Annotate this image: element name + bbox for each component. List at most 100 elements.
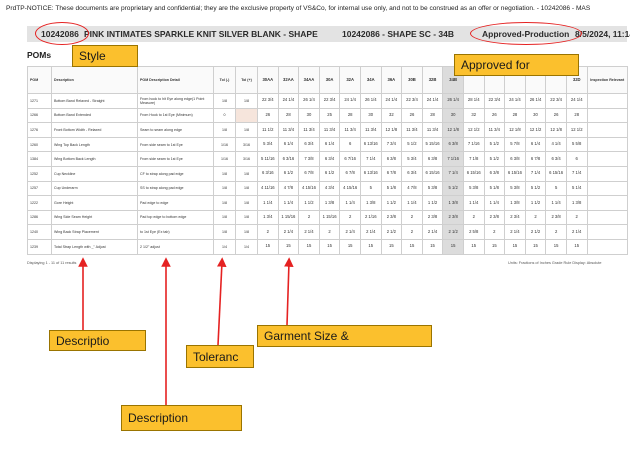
- callout-descriptio: Descriptio: [49, 330, 146, 351]
- size-value-cell: 22 3/4: [545, 93, 567, 109]
- size-value-cell: 1 3/4: [257, 209, 279, 226]
- description-cell: Wing Side Seam Height: [51, 209, 138, 226]
- size-value-cell: 11 3/4: [359, 122, 382, 138]
- size-value-cell: 28: [339, 107, 361, 124]
- table-row: 1384 Wing Bottom Back Length From side sea…: [27, 151, 628, 167]
- tolerance-cell: 1/8: [235, 224, 258, 240]
- size-value-cell: 6 7/8: [298, 165, 320, 182]
- column-header: Description: [51, 66, 138, 94]
- size-value-cell: 4 7/8: [277, 180, 300, 197]
- size-value-cell: 15: [421, 238, 444, 255]
- size-value-cell: 15: [565, 238, 588, 255]
- size-value-cell: 6 3/4: [318, 151, 341, 167]
- size-value-cell: 12 1/8: [504, 122, 526, 138]
- size-value-cell: 28: [421, 107, 444, 124]
- column-header: 36A: [380, 66, 403, 94]
- size-value-cell: 2: [524, 209, 547, 226]
- detail-cell: Pad top edge to bottom edge: [137, 209, 214, 226]
- size-value-cell: 30: [359, 107, 382, 124]
- description-cell: Cup Neckline: [51, 165, 138, 182]
- size-value-cell: 2 1/4: [421, 224, 444, 240]
- size-value-cell: 5 11/16: [257, 151, 279, 167]
- column-header: 30A: [318, 66, 341, 94]
- product-name: PINK INTIMATES SPARKLE KNIT SILVER BLANK…: [84, 29, 318, 39]
- size-value-cell: 1 3/8: [318, 195, 341, 211]
- size-value-cell: 26: [545, 107, 567, 124]
- size-value-cell: 4 3/4: [318, 180, 341, 197]
- size-value-cell: 12 1/2: [462, 122, 485, 138]
- column-header: 30B: [401, 66, 423, 94]
- detail-cell: 2 1/2" adjust: [137, 238, 214, 255]
- size-value-cell: 12 1/2: [524, 122, 547, 138]
- size-value-cell: 2 3/8: [380, 209, 403, 226]
- size-value-cell: 5 7/8: [504, 136, 526, 153]
- size-value-cell: 26: [401, 107, 423, 124]
- size-value-cell: 6 3/8: [483, 165, 506, 182]
- size-value-cell: 5 1/2: [524, 180, 547, 197]
- size-value-cell: 6 3/4: [545, 151, 567, 167]
- size-value-cell: 6 1/4: [318, 136, 341, 153]
- size-value-cell: 26: [257, 107, 279, 124]
- column-header: Tol (-): [213, 66, 236, 94]
- size-value-cell: 5 1/2: [483, 136, 506, 153]
- inspection-cell: [586, 151, 628, 167]
- tolerance-cell: 1/8: [213, 224, 236, 240]
- inspection-cell: [586, 209, 628, 226]
- size-value-cell: 30: [298, 107, 320, 124]
- size-value-cell: 6 3/4: [298, 136, 320, 153]
- table-row: 1252 Cup Neckline CF to strap along pad ed…: [27, 165, 628, 182]
- inspection-cell: [586, 136, 628, 153]
- size-value-cell: 1 15/16: [318, 209, 341, 226]
- size-value-cell: 26: [483, 107, 506, 124]
- size-value-cell: 15: [339, 238, 361, 255]
- description-cell: Total Strap Length with _" Adjust: [51, 238, 138, 255]
- size-value-cell: 2 1/2: [380, 224, 403, 240]
- tolerance-cell: 1/8: [213, 122, 236, 138]
- pom-cell: 1271: [27, 93, 52, 109]
- column-header: POM Description Detail: [137, 66, 214, 94]
- size-value-cell: 32: [380, 107, 403, 124]
- table-row: 1240 Wing Back Strap Placement to 1st Eye …: [27, 224, 628, 240]
- size-value-cell: 6 1/2: [318, 165, 341, 182]
- size-value-cell: 12 1/8: [380, 122, 403, 138]
- size-value-cell: 5 1/2: [442, 180, 464, 197]
- size-value-cell: 5: [545, 180, 567, 197]
- tolerance-cell: 1/8: [235, 180, 258, 197]
- size-value-cell: 6 15/16: [421, 165, 444, 182]
- table-row: 1276 Front Bottom Width - Relaxed Seam to …: [27, 122, 628, 138]
- table-row: 1239 Total Strap Length with _" Adjust 2 1…: [27, 238, 628, 255]
- size-value-cell: 15: [462, 238, 485, 255]
- arrow-to-tolerance-col: [216, 257, 227, 346]
- tolerance-cell: 1/8: [213, 209, 236, 226]
- size-value-cell: 26 1/4: [442, 93, 464, 109]
- size-value-cell: 15: [257, 238, 279, 255]
- size-value-cell: 24 1/4: [380, 93, 403, 109]
- size-value-cell: 5 15/16: [421, 136, 444, 153]
- inspection-cell: [586, 107, 628, 124]
- detail-cell: SS to strap along pad edge: [137, 180, 214, 197]
- size-value-cell: 7 1/4: [442, 165, 464, 182]
- description-cell: Bottom Band Relaxed - Straight: [51, 93, 138, 109]
- confidentiality-notice: PrdTP-NOTICE: These documents are propri…: [6, 5, 591, 12]
- size-value-cell: 1 1/2: [298, 195, 320, 211]
- arrow-to-size-cols: [284, 257, 294, 326]
- size-value-cell: 1 15/16: [277, 209, 300, 226]
- detail-cell: From side seam to 1st Eye: [137, 136, 214, 153]
- size-value-cell: 24 1/4: [421, 93, 444, 109]
- size-value-cell: 7 3/4: [380, 136, 403, 153]
- table-row: 1257 Cup Underarm SS to strap along pad ed…: [27, 180, 628, 197]
- size-value-cell: 2: [483, 224, 506, 240]
- size-value-cell: 1 1/4: [483, 195, 506, 211]
- size-value-cell: 2 1/4: [359, 224, 382, 240]
- callout-approved-for: Approved for: [454, 54, 579, 76]
- size-value-cell: 26 1/4: [524, 93, 547, 109]
- size-value-cell: 1 3/8: [565, 195, 588, 211]
- size-value-cell: 15: [483, 238, 506, 255]
- size-value-cell: 11 3/4: [483, 122, 506, 138]
- size-value-cell: 15: [359, 238, 382, 255]
- size-value-cell: 4 15/16: [298, 180, 320, 197]
- pom-cell: 1239: [27, 238, 52, 255]
- size-value-cell: 2 1/2: [442, 224, 464, 240]
- tolerance-cell: 1/4: [235, 238, 258, 255]
- size-value-cell: 28: [504, 107, 526, 124]
